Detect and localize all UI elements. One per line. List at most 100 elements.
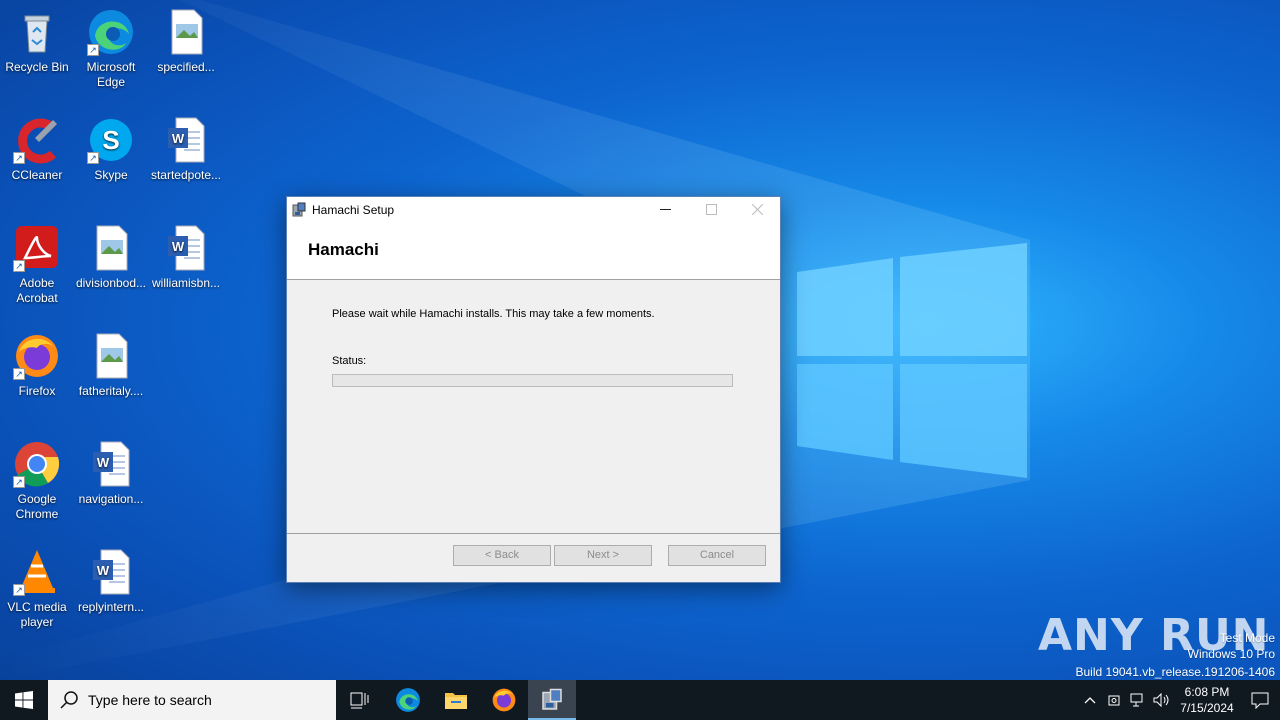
tray-app-icon [1108,695,1120,706]
task-view-button[interactable] [336,680,384,720]
next-button[interactable]: Next > [554,545,652,566]
maximize-icon [705,204,717,215]
setup-footer: < Back Next > Cancel [287,533,780,582]
desktop-icon-edge[interactable]: ↗ Microsoft Edge [74,8,148,90]
taskbar: Type here to search 6:08 PM 7/15/2024 [0,680,1280,720]
desktop-icon-label: Skype [94,168,128,182]
volume-button[interactable] [1150,680,1174,720]
svg-text:W: W [97,563,110,578]
maximize-button[interactable] [688,197,734,222]
desktop-icon-fatheritaly[interactable]: fatheritaly.... [74,332,148,399]
desktop-icon-acrobat[interactable]: ↗ Adobe Acrobat [0,224,74,306]
desktop-icon-label: fatheritaly.... [78,384,144,398]
desktop-icon-label: navigation... [78,492,144,506]
svg-text:S: S [102,125,119,155]
desktop-icon-specified[interactable]: specified... [149,8,223,75]
close-icon [751,204,763,215]
clock-date: 7/15/2024 [1180,701,1234,715]
hamachi-setup-icon [542,688,562,710]
search-icon [60,691,78,709]
desktop-icon-label: replyintern... [77,600,145,614]
desktop-icon-recycle-bin[interactable]: Recycle Bin [0,8,74,75]
desktop-icon-label: Microsoft Edge [86,60,136,89]
firefox-icon: ↗ [13,332,61,380]
skype-icon: S ↗ [87,116,135,164]
taskbar-edge[interactable] [384,680,432,720]
windows-edition-label: Windows 10 Pro [1187,647,1275,661]
taskbar-file-explorer[interactable] [432,680,480,720]
desktop-icon-startedpote[interactable]: W startedpote... [149,116,223,183]
volume-icon [1153,693,1169,707]
tray-app-button[interactable] [1102,680,1126,720]
taskbar-hamachi-setup[interactable] [528,680,576,720]
window-titlebar[interactable]: Hamachi Setup [287,197,780,222]
desktop-icon-williamisbn[interactable]: W williamisbn... [149,224,223,291]
desktop-icon-divisionbod[interactable]: divisionbod... [74,224,148,291]
word-doc-icon: W [87,548,135,596]
desktop-icon-label: Google Chrome [15,492,59,521]
chevron-up-icon [1084,697,1096,704]
minimize-icon [659,209,671,210]
clock[interactable]: 6:08 PM 7/15/2024 [1174,684,1240,716]
hamachi-setup-icon [292,202,306,216]
network-button[interactable] [1126,680,1150,720]
taskbar-search-box[interactable]: Type here to search [48,680,336,720]
image-file-icon [162,8,210,56]
desktop-icon-label: startedpote... [150,168,222,182]
word-doc-icon: W [162,224,210,272]
svg-text:W: W [172,131,185,146]
acrobat-icon: ↗ [13,224,61,272]
firefox-icon [492,688,516,712]
desktop-icon-label: CCleaner [11,168,63,182]
desktop-icon-label: Firefox [18,384,56,398]
edge-icon [396,688,420,712]
desktop-icon-ccleaner[interactable]: ↗ CCleaner [0,116,74,183]
cancel-button[interactable]: Cancel [668,545,766,566]
task-view-icon [350,692,369,709]
desktop-icon-chrome[interactable]: ↗ Google Chrome [0,440,74,522]
install-message: Please wait while Hamachi installs. This… [332,308,655,320]
desktop-icon-label: divisionbod... [75,276,147,290]
word-doc-icon: W [162,116,210,164]
desktop-icon-firefox[interactable]: ↗ Firefox [0,332,74,399]
taskbar-firefox[interactable] [480,680,528,720]
action-center-button[interactable] [1240,680,1280,720]
start-button[interactable] [0,680,48,720]
svg-text:W: W [97,455,110,470]
image-file-icon [87,224,135,272]
back-button[interactable]: < Back [453,545,551,566]
search-placeholder: Type here to search [88,692,212,708]
setup-header-title: Hamachi [308,240,379,259]
network-icon [1130,693,1143,707]
chrome-icon: ↗ [13,440,61,488]
word-doc-icon: W [87,440,135,488]
build-label: Build 19041.vb_release.191206-1406 [1075,665,1276,679]
window-title: Hamachi Setup [312,202,395,217]
file-explorer-icon [445,693,467,709]
hamachi-setup-window: Hamachi Setup Hamachi Please wait while … [286,196,781,583]
show-hidden-icons-button[interactable] [1078,680,1102,720]
recycle-bin-icon [13,8,61,56]
desktop-icon-replyintern[interactable]: W replyintern... [74,548,148,615]
close-button[interactable] [734,197,780,222]
desktop-icon-skype[interactable]: S ↗ Skype [74,116,148,183]
edge-icon: ↗ [87,8,135,56]
notification-icon [1251,692,1269,709]
test-mode-label: Test Mode [1219,631,1275,645]
setup-header: Hamachi [287,222,780,280]
windows-logo-icon [15,691,33,709]
desktop-icon-label: Recycle Bin [5,60,69,74]
svg-text:W: W [172,239,185,254]
desktop-icon-vlc[interactable]: ↗ VLC media player [0,548,74,630]
clock-time: 6:08 PM [1184,685,1230,699]
desktop-icon-label: williamisbn... [151,276,220,290]
setup-body: Please wait while Hamachi installs. This… [287,280,780,533]
status-label: Status: [332,355,367,367]
desktop-icon-label: Adobe Acrobat [16,276,58,305]
system-tray: 6:08 PM 7/15/2024 [1078,680,1280,720]
install-progress-bar [332,374,733,387]
desktop-icon-label: specified... [157,60,215,74]
desktop-icon-label: VLC media player [7,600,67,629]
desktop-icon-navigation[interactable]: W navigation... [74,440,148,507]
minimize-button[interactable] [642,197,688,222]
